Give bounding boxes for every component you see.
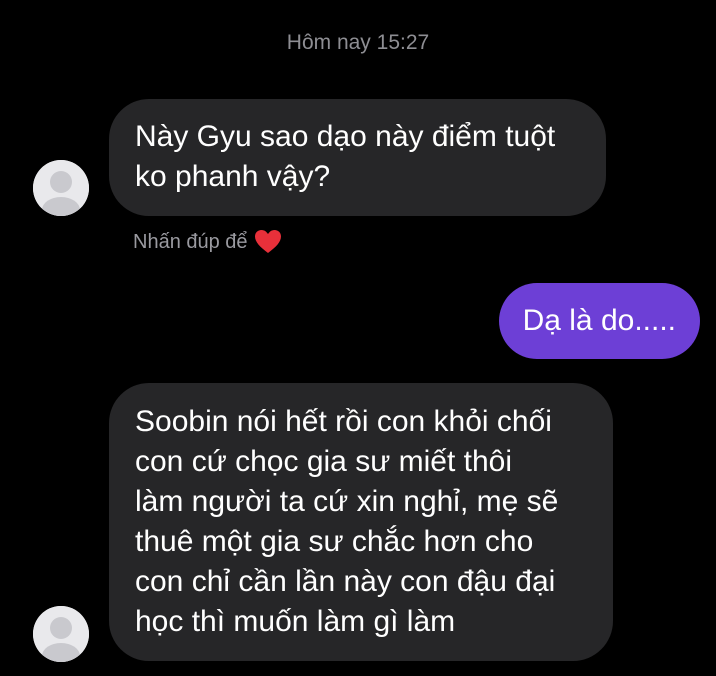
message-text-line: ko phanh vậy? [135, 160, 331, 193]
conversation-timestamp: Hôm nay 15:27 [286, 31, 430, 54]
message-text-line: Dạ là do..... [522, 304, 676, 337]
message-text-line: làm người ta cứ xin nghỉ, mẹ sẽ [135, 485, 559, 518]
sender-avatar[interactable] [33, 160, 89, 216]
double-tap-to-like-hint: Nhấn đúp để [133, 228, 282, 256]
message-text-line: Soobin nói hết rồi con khỏi chối [135, 405, 552, 438]
incoming-message-bubble[interactable]: Soobin nói hết rồi con khỏi chối con cứ … [109, 383, 613, 661]
outgoing-message-bubble[interactable]: Dạ là do..... [498, 283, 700, 359]
default-avatar-icon [33, 606, 89, 662]
message-text-line: Này Gyu sao dạo này điểm tuột [135, 120, 556, 153]
message-text-line: con cứ chọc gia sư miết thôi [135, 445, 512, 478]
default-avatar-icon [33, 160, 89, 216]
incoming-message-bubble[interactable]: Này Gyu sao dạo này điểm tuột ko phanh v… [109, 99, 606, 216]
message-text-line: học thì muốn làm gì làm [135, 605, 456, 638]
sender-avatar[interactable] [33, 606, 89, 662]
message-text-line: con chỉ cần lần này con đậu đại [135, 565, 556, 598]
reaction-hint-text: Nhấn đúp để [133, 231, 248, 253]
heart-icon [254, 230, 281, 253]
message-text-line: thuê một gia sư chắc hơn cho [135, 525, 534, 558]
